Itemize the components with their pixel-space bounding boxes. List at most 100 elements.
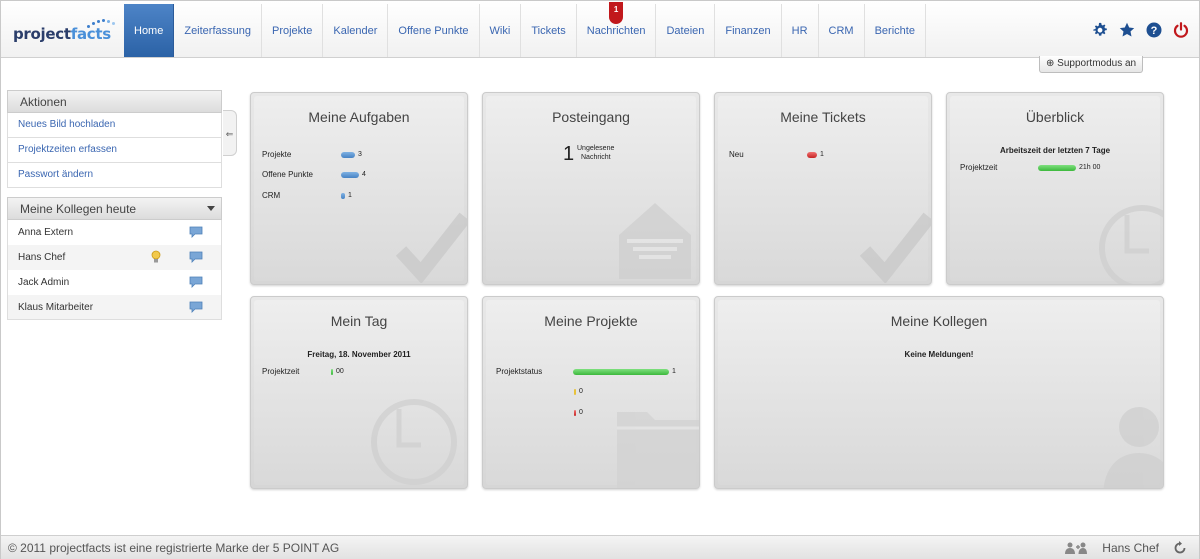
day-value-projektzeit: 00 xyxy=(336,368,344,375)
projects-label-status: Projektstatus xyxy=(496,367,543,376)
widget-my-colleagues[interactable]: Meine Kollegen Keine Meldungen! xyxy=(714,296,1164,489)
clock-watermark-icon xyxy=(1099,205,1163,284)
nachrichten-badge: 1 xyxy=(609,2,624,24)
nav-berichte[interactable]: Berichte xyxy=(865,4,926,57)
sidebar-collapse-toggle[interactable]: ⇐ xyxy=(223,110,237,156)
projects-count-yellow: 0 xyxy=(579,388,583,395)
nav-projekte[interactable]: Projekte xyxy=(262,4,324,57)
info-icon: ⊕ xyxy=(1046,58,1058,69)
action-change-password[interactable]: Passwort ändern xyxy=(7,163,222,188)
ticket-bar-neu[interactable] xyxy=(807,152,817,158)
app-window: projectfacts Home Zeiterfassung Projekte… xyxy=(0,0,1200,559)
task-bar-projekte[interactable] xyxy=(341,152,355,158)
nav-finanzen[interactable]: Finanzen xyxy=(715,4,782,57)
nav-zeiterfassung[interactable]: Zeiterfassung xyxy=(174,4,262,57)
top-navigation-bar: projectfacts Home Zeiterfassung Projekte… xyxy=(1,1,1199,58)
checkmark-watermark-icon xyxy=(859,212,931,283)
person-watermark-icon xyxy=(1103,407,1163,488)
lightbulb-icon xyxy=(151,250,161,263)
widget-title: Meine Kollegen xyxy=(890,313,988,329)
current-user-name[interactable]: Hans Chef xyxy=(1102,541,1159,555)
task-count-projekte: 3 xyxy=(358,151,362,158)
widget-overview[interactable]: Überblick Arbeitszeit der letzten 7 Tage… xyxy=(946,92,1164,285)
nav-hr[interactable]: HR xyxy=(782,4,819,57)
widget-title: Meine Tickets xyxy=(780,109,866,125)
task-count-offene-punkte: 4 xyxy=(362,171,366,178)
overview-bar-projektzeit[interactable] xyxy=(1038,165,1076,171)
colleagues-header[interactable]: Meine Kollegen heute xyxy=(7,197,222,220)
nav-kalender[interactable]: Kalender xyxy=(323,4,389,57)
overview-value-projektzeit: 21h 00 xyxy=(1079,164,1101,171)
sidebar: Aktionen Neues Bild hochladen Projektzei… xyxy=(7,90,222,320)
chat-icon[interactable] xyxy=(189,276,203,288)
nav-home[interactable]: Home xyxy=(124,4,175,57)
task-bar-crm[interactable] xyxy=(341,193,345,199)
projectfacts-logo[interactable]: projectfacts xyxy=(13,15,115,45)
logo-wordmark: projectfacts xyxy=(13,25,111,43)
widget-my-tasks[interactable]: Meine Aufgaben Projekte 3 Offene Punkte … xyxy=(250,92,468,285)
star-icon[interactable] xyxy=(1119,22,1135,38)
widget-inbox[interactable]: Posteingang 1 Ungelesene Nachricht xyxy=(482,92,700,285)
chevron-down-icon[interactable] xyxy=(207,206,215,211)
task-label-projekte: Projekte xyxy=(262,150,292,159)
colleague-row[interactable]: Klaus Mitarbeiter xyxy=(7,295,222,320)
nav-dateien[interactable]: Dateien xyxy=(656,4,716,57)
widget-my-day[interactable]: Mein Tag Freitag, 18. November 2011 Proj… xyxy=(250,296,468,489)
overview-subtitle: Arbeitszeit der letzten 7 Tage xyxy=(999,146,1111,155)
chat-icon[interactable] xyxy=(189,301,203,313)
day-date: Freitag, 18. November 2011 xyxy=(307,350,411,359)
envelope-watermark-icon xyxy=(619,203,691,279)
unread-label-line2: Nachricht xyxy=(581,154,611,161)
help-icon[interactable]: ? xyxy=(1146,22,1162,38)
task-count-crm: 1 xyxy=(348,192,352,199)
day-label-projektzeit: Projektzeit xyxy=(262,367,300,376)
nav-wiki[interactable]: Wiki xyxy=(480,4,522,57)
nav-nachrichten[interactable]: 1 Nachrichten xyxy=(577,2,657,57)
nav-tickets[interactable]: Tickets xyxy=(521,4,577,57)
clock-watermark-icon xyxy=(371,399,457,485)
ticket-label-neu: Neu xyxy=(729,150,744,159)
widget-my-tickets[interactable]: Meine Tickets Neu 1 xyxy=(714,92,932,285)
widget-title: Überblick xyxy=(1025,109,1085,125)
refresh-icon[interactable] xyxy=(1173,541,1187,555)
ticket-count-neu: 1 xyxy=(820,151,824,158)
projects-bar-yellow[interactable] xyxy=(574,389,576,395)
widget-title: Mein Tag xyxy=(330,313,388,329)
widget-my-projects[interactable]: Meine Projekte Projektstatus 1 0 0 xyxy=(482,296,700,489)
projects-bar-green[interactable] xyxy=(573,369,669,375)
gear-icon[interactable] xyxy=(1092,22,1108,38)
widget-title: Posteingang xyxy=(552,109,630,125)
colleagues-message: Keine Meldungen! xyxy=(904,350,974,359)
task-bar-offene-punkte[interactable] xyxy=(341,172,359,178)
colleague-list: Anna Extern Hans Chef Jack Admin Klaus M… xyxy=(7,220,222,320)
colleague-row[interactable]: Anna Extern xyxy=(7,220,222,245)
top-icon-group: ? xyxy=(1092,22,1189,38)
task-label-crm: CRM xyxy=(262,191,281,200)
action-record-project-time[interactable]: Projektzeiten erfassen xyxy=(7,138,222,163)
colleague-row[interactable]: Jack Admin xyxy=(7,270,222,295)
chat-icon[interactable] xyxy=(189,251,203,263)
power-icon[interactable] xyxy=(1173,22,1189,38)
chat-icon[interactable] xyxy=(189,226,203,238)
projects-count-green: 1 xyxy=(672,368,676,375)
widget-title: Meine Aufgaben xyxy=(308,109,410,125)
unread-label-line1: Ungelesene xyxy=(577,145,615,152)
actions-header: Aktionen xyxy=(7,90,222,113)
day-bar-projektzeit[interactable] xyxy=(331,369,333,375)
action-upload-image[interactable]: Neues Bild hochladen xyxy=(7,113,222,138)
nav-crm[interactable]: CRM xyxy=(819,4,865,57)
overview-label-projektzeit: Projektzeit xyxy=(960,163,998,172)
projects-bar-red[interactable] xyxy=(574,410,576,416)
svg-text:?: ? xyxy=(1151,25,1158,37)
folder-watermark-icon xyxy=(617,412,699,488)
checkmark-watermark-icon xyxy=(395,212,467,283)
projects-count-red: 0 xyxy=(579,409,583,416)
colleague-row[interactable]: Hans Chef xyxy=(7,245,222,270)
users-icon[interactable] xyxy=(1065,542,1087,554)
nav-offene-punkte[interactable]: Offene Punkte xyxy=(388,4,480,57)
main-nav: Home Zeiterfassung Projekte Kalender Off… xyxy=(124,2,926,57)
support-mode-button[interactable]: ⊕ Supportmodus an xyxy=(1039,56,1144,73)
footer: © 2011 projectfacts ist eine registriert… xyxy=(1,535,1199,559)
arrow-left-icon: ⇐ xyxy=(225,129,234,139)
widget-title: Meine Projekte xyxy=(544,313,638,329)
